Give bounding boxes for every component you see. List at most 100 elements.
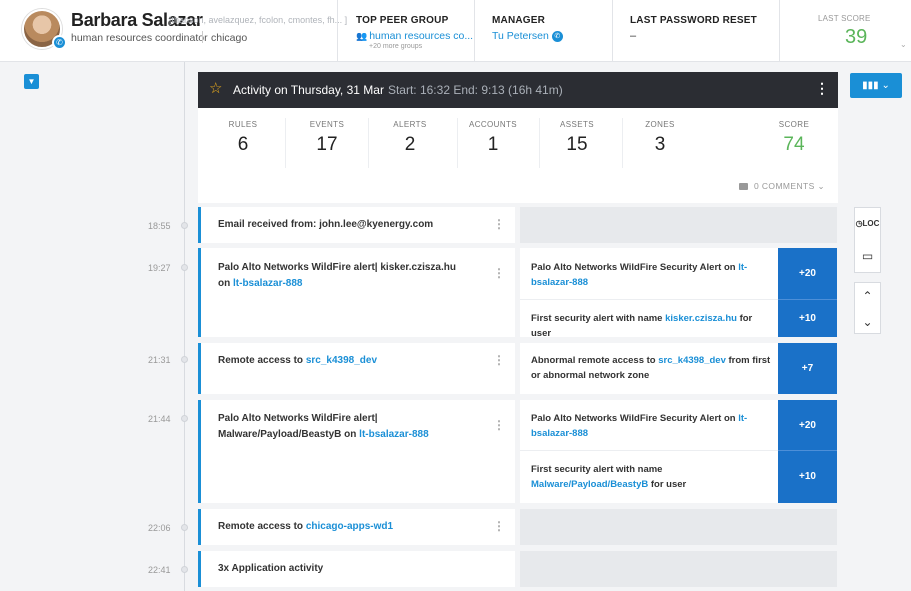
alert-text: First security alert with name kisker.cz…	[531, 311, 771, 341]
event-text: 3x Application activity	[218, 561, 468, 577]
peer-group-more[interactable]: +20 more groups	[369, 43, 422, 50]
stat-label: EVENTS	[309, 120, 345, 129]
comment-icon	[739, 183, 748, 191]
comments-toggle[interactable]: 0 COMMENTS ⌄	[739, 181, 825, 192]
alert-placeholder	[520, 207, 837, 243]
chart-view-button[interactable]: ▮▮▮ ⌄	[850, 73, 902, 98]
user-header: ✆ Barbara Salazar [thanson, avelazquez, …	[0, 0, 911, 62]
phone-icon[interactable]: ✆	[551, 30, 563, 42]
activity-title: Activity on Thursday, 31 Mar Start: 16:32…	[233, 83, 563, 97]
stat-accounts: ACCOUNTS 1	[458, 120, 528, 156]
divider	[622, 118, 623, 168]
asset-link[interactable]: src_k4398_dev	[306, 355, 377, 366]
star-icon[interactable]: ☆	[209, 79, 222, 97]
kebab-menu-icon[interactable]: ⋮	[493, 353, 505, 367]
peer-group-link[interactable]: 👥 human resources co...	[356, 30, 473, 42]
kebab-menu-icon[interactable]: ⋮	[493, 418, 505, 432]
scroll-top-button[interactable]: ⌃	[855, 283, 880, 309]
password-reset-label: LAST PASSWORD RESET	[630, 15, 757, 26]
asset-link[interactable]: lt-bsalazar-888	[233, 278, 302, 289]
event-time: 21:44	[148, 414, 171, 424]
alert-name-link[interactable]: Malware/Payload/BeastyB	[531, 479, 648, 490]
comments-label: 0 COMMENTS	[754, 181, 815, 191]
scroll-tools: ⌃ ⌄	[854, 282, 881, 334]
scroll-bottom-button[interactable]: ⌄	[855, 309, 880, 335]
alert-score: +10	[778, 451, 837, 503]
timeline-dot	[181, 415, 188, 422]
divider	[779, 0, 780, 62]
stat-events: EVENTS 17	[292, 120, 362, 156]
stat-alerts: ALERTS 2	[375, 120, 445, 156]
alert-text: Abnormal remote access to src_k4398_dev …	[531, 353, 771, 383]
alert-text-prefix: Palo Alto Networks WildFire Security Ale…	[531, 262, 739, 273]
alert-text-prefix: Abnormal remote access to	[531, 355, 659, 366]
peer-group-value: human resources co...	[369, 30, 474, 42]
filter-icon: ▼	[27, 77, 36, 86]
kebab-menu-icon[interactable]: ⋮	[493, 266, 505, 280]
event-time: 21:31	[148, 355, 171, 365]
alert-score: +7	[778, 343, 837, 394]
user-aliases[interactable]: [thanson, avelazquez, fcolon, cmontes, f…	[169, 15, 347, 25]
divider	[368, 118, 369, 168]
manager-label: MANAGER	[492, 15, 546, 26]
timeline-dot	[181, 566, 188, 573]
stat-label: SCORE	[778, 120, 810, 129]
asset-link[interactable]: lt-bsalazar-888	[359, 429, 428, 440]
activity-stats: RULES 6 EVENTS 17 ALERTS 2 ACCOUNTS 1 AS…	[198, 108, 838, 203]
event-card[interactable]: Palo Alto Networks WildFire alert| Malwa…	[198, 400, 515, 503]
kebab-menu-icon[interactable]: ⋮	[493, 519, 505, 533]
alert-row[interactable]: Abnormal remote access to src_k4398_dev …	[520, 343, 778, 394]
event-time: 22:06	[148, 523, 171, 533]
location-time-button[interactable]: ◷LOC	[855, 208, 880, 240]
last-score-label: LAST SCORE	[818, 14, 871, 23]
timeline-line	[184, 62, 185, 591]
stat-label: RULES	[228, 120, 258, 129]
alert-row[interactable]: Palo Alto Networks WildFire Security Ale…	[520, 400, 778, 451]
manager-value: Tu Petersen	[492, 30, 549, 42]
divider	[202, 31, 203, 43]
alert-text: Palo Alto Networks WildFire Security Ale…	[531, 411, 771, 441]
alert-placeholder	[520, 551, 837, 587]
stat-value: 6	[237, 134, 249, 155]
event-card[interactable]: Remote access to chicago-apps-wd1 ⋮	[198, 509, 515, 545]
event-card[interactable]: Remote access to src_k4398_dev ⋮	[198, 343, 515, 394]
stat-value: 3	[654, 134, 666, 155]
manager-link[interactable]: Tu Petersen ✆	[492, 30, 563, 42]
alert-placeholder	[520, 509, 837, 545]
event-card[interactable]: Palo Alto Networks WildFire alert| kiske…	[198, 248, 515, 337]
clock-icon: ◷	[855, 219, 863, 228]
stat-value: 1	[487, 134, 499, 155]
chevrons-up-icon: ⌃	[862, 289, 873, 303]
event-card[interactable]: 3x Application activity	[198, 551, 515, 587]
calendar-button[interactable]: ▭	[855, 240, 880, 272]
event-card[interactable]: Email received from: john.lee@kyenergy.c…	[198, 207, 515, 243]
user-title: human resources coordinator	[71, 32, 208, 44]
event-text: Remote access to src_k4398_dev	[218, 353, 468, 369]
user-location: chicago	[211, 32, 248, 44]
event-time: 18:55	[148, 221, 171, 231]
alert-name-link[interactable]: kisker.czisza.hu	[665, 313, 737, 324]
alert-row[interactable]: First security alert with name Malware/P…	[520, 451, 778, 503]
alert-row[interactable]: Palo Alto Networks WildFire Security Ale…	[520, 248, 778, 300]
chevron-down-icon: ⌄	[817, 181, 825, 191]
alert-text-suffix: for user	[648, 479, 687, 490]
asset-link[interactable]: src_k4398_dev	[658, 355, 726, 366]
asset-link[interactable]: chicago-apps-wd1	[306, 521, 393, 532]
alert-row[interactable]: First security alert with name kisker.cz…	[520, 300, 778, 339]
timeline-dot	[181, 222, 188, 229]
stat-label: ASSETS	[560, 120, 594, 129]
alert-score: +10	[778, 300, 837, 337]
event-text-prefix: 3x Application activity	[218, 563, 324, 574]
event-time: 19:27	[148, 263, 171, 273]
chevron-down-icon[interactable]: ⌄	[900, 40, 907, 49]
kebab-menu-icon[interactable]: ⋮	[815, 80, 829, 97]
group-icon: 👥	[356, 31, 368, 41]
event-text-prefix: Email received from: john.lee@kyenergy.c…	[218, 219, 434, 230]
filter-button[interactable]: ▼	[24, 74, 39, 89]
activity-date: Activity on Thursday, 31 Mar	[233, 83, 384, 97]
kebab-menu-icon[interactable]: ⋮	[493, 217, 505, 231]
event-text-prefix: Remote access to	[218, 355, 306, 366]
event-text: Remote access to chicago-apps-wd1	[218, 519, 468, 535]
alert-score: +20	[778, 400, 837, 451]
phone-icon[interactable]: ✆	[52, 35, 67, 50]
